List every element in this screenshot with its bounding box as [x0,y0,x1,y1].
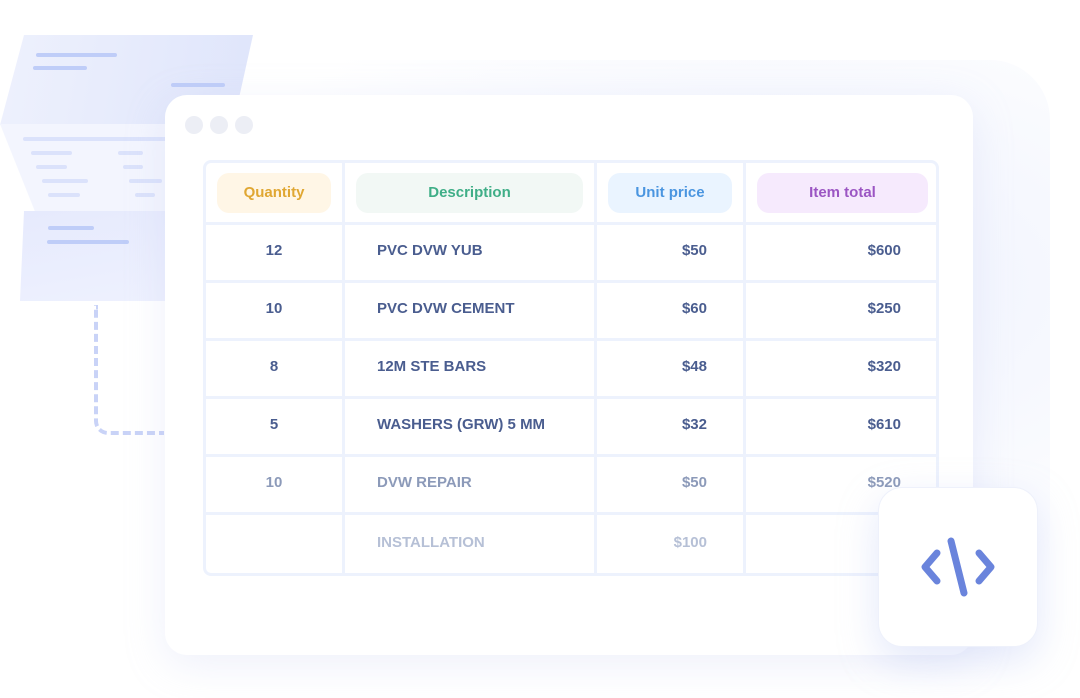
document-line [118,151,143,155]
column-header-unit-price[interactable]: Unit price [608,172,732,213]
header-cell-item-total: Item total [746,163,936,222]
column-header-description[interactable]: Description [356,172,583,213]
column-header-quantity[interactable]: Quantity [217,172,331,213]
unit-price-cell: $48 [597,341,746,396]
description-cell: INSTALLATION [345,515,597,573]
code-icon [921,537,995,597]
dashed-connector [94,305,164,435]
header-cell-quantity: Quantity [206,163,345,222]
description-cell: DVW REPAIR [345,457,597,512]
table-row[interactable]: INSTALLATION $100 $1 [206,515,936,573]
column-header-item-total[interactable]: Item total [757,172,928,213]
description-cell: PVC DVW CEMENT [345,283,597,338]
unit-price-cell: $60 [597,283,746,338]
unit-price-cell: $50 [597,225,746,280]
document-line [33,66,87,70]
quantity-cell: 12 [206,225,345,280]
quantity-cell: 10 [206,457,345,512]
code-badge[interactable] [878,487,1038,647]
document-line [31,151,72,155]
table-row[interactable]: 10 PVC DVW CEMENT $60 $250 [206,283,936,341]
window-dot-2[interactable] [210,116,228,134]
unit-price-cell: $50 [597,457,746,512]
window-controls [185,116,253,134]
table-row[interactable]: 5 WASHERS (GRW) 5 MM $32 $610 [206,399,936,457]
document-line [42,179,88,183]
document-line [129,179,162,183]
invoice-window: Quantity Description Unit price Item tot… [165,95,973,655]
item-total-cell: $250 [867,300,901,317]
document-line [135,193,155,197]
document-line [36,165,67,169]
document-line [36,53,117,57]
item-total-cell: $320 [867,358,901,375]
document-line [23,137,168,141]
window-dot-3[interactable] [235,116,253,134]
quantity-cell [206,515,345,573]
quantity-cell: 10 [206,283,345,338]
table-row[interactable]: 10 DVW REPAIR $50 $520 [206,457,936,515]
table-header-row: Quantity Description Unit price Item tot… [206,163,936,225]
item-total-cell: $610 [867,416,901,433]
document-line [48,193,80,197]
description-cell: WASHERS (GRW) 5 MM [345,399,597,454]
table-row[interactable]: 8 12M STE BARS $48 $320 [206,341,936,399]
folded-document-bottom-panel [20,211,170,301]
description-cell: PVC DVW YUB [345,225,597,280]
table-row[interactable]: 12 PVC DVW YUB $50 $600 [206,225,936,283]
header-cell-description: Description [345,163,597,222]
description-cell: 12M STE BARS [345,341,597,396]
quantity-cell: 8 [206,341,345,396]
unit-price-cell: $32 [597,399,746,454]
unit-price-cell: $100 [597,515,746,573]
header-cell-unit-price: Unit price [597,163,746,222]
document-line [123,165,143,169]
item-total-cell: $600 [867,242,901,259]
invoice-table: Quantity Description Unit price Item tot… [203,160,939,576]
window-dot-1[interactable] [185,116,203,134]
document-line [48,226,94,230]
quantity-cell: 5 [206,399,345,454]
document-line [47,240,129,244]
